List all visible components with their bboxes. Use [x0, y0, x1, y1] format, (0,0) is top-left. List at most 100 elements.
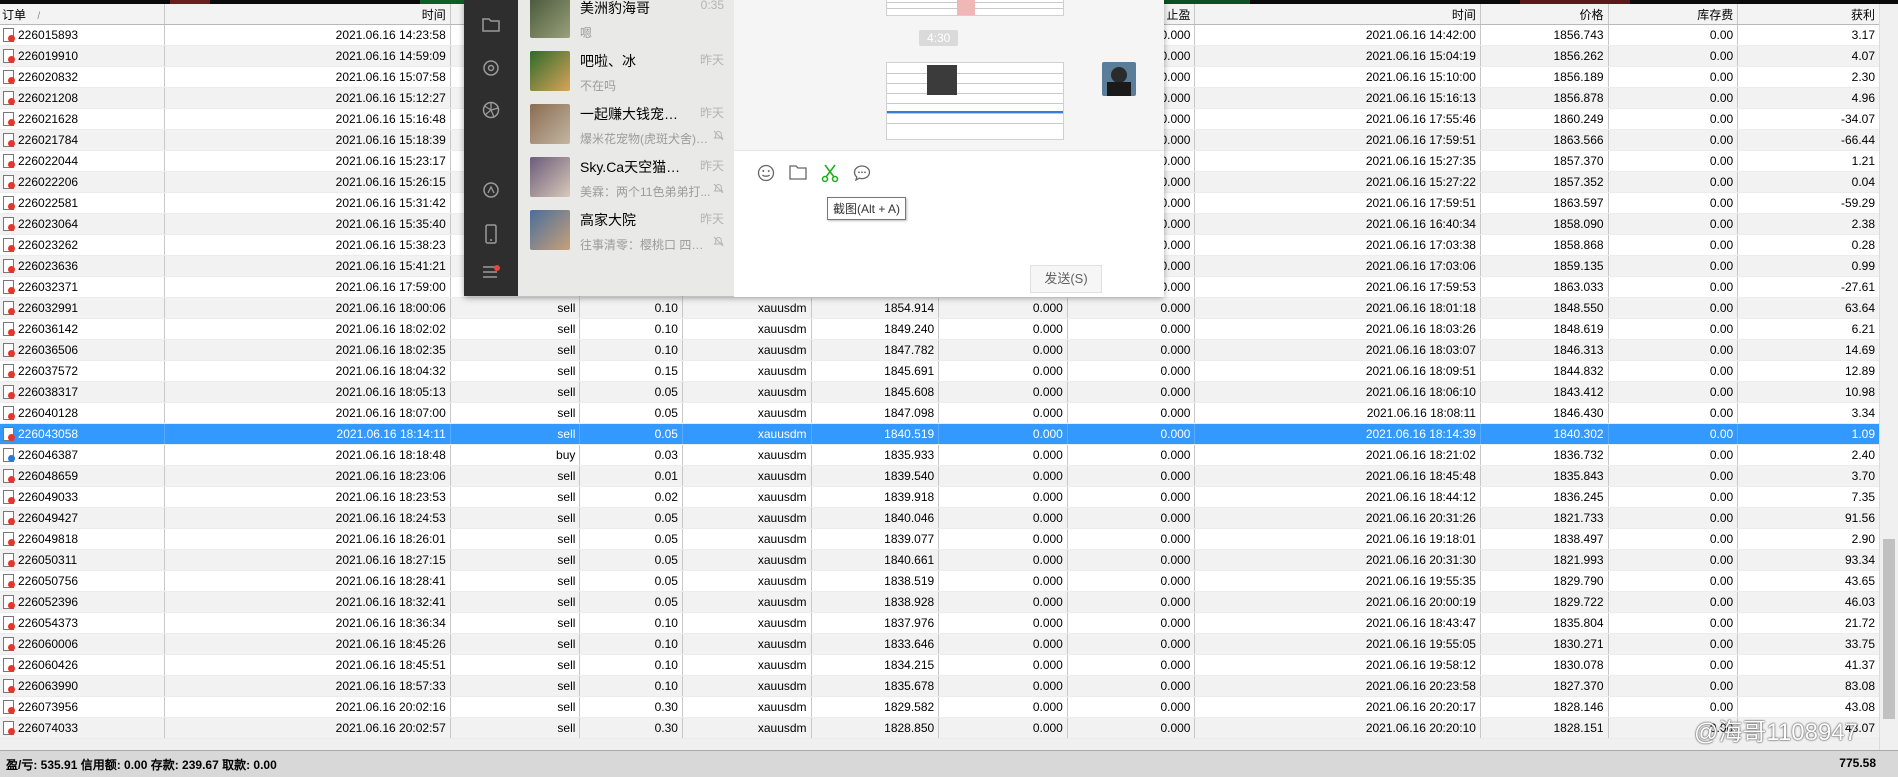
volume-cell: 0.05 [579, 381, 683, 403]
vertical-scrollbar[interactable] [1879, 4, 1898, 750]
col-profit[interactable]: 获利 [1737, 4, 1880, 25]
table-row[interactable]: 226050311 2021.06.16 18:27:15 sell 0.05 xauu… [0, 549, 1880, 571]
message-timestamp: 4:30 [919, 30, 959, 46]
volume-cell: 0.30 [579, 717, 683, 739]
sl-cell: 0.000 [938, 612, 1068, 634]
send-button[interactable]: 发送(S) [1030, 265, 1102, 293]
image-message[interactable] [886, 62, 1064, 140]
order-icon [2, 427, 15, 441]
sl-cell: 0.000 [938, 486, 1068, 508]
symbol-cell: xauusdm [682, 402, 812, 424]
close-time-cell: 2021.06.16 19:55:05 [1194, 633, 1481, 655]
order-cell: 226020832 [0, 66, 166, 88]
order-number: 226049427 [18, 511, 79, 525]
chat-nav-bar [464, 0, 518, 296]
col-price[interactable]: 价格 [1480, 4, 1609, 25]
order-cell: 226022581 [0, 192, 166, 214]
table-row[interactable]: 226043058 2021.06.16 18:14:11 sell 0.05 xauu… [0, 423, 1880, 445]
table-row[interactable]: 226037572 2021.06.16 18:04:32 sell 0.15 xauu… [0, 360, 1880, 382]
order-icon [2, 154, 15, 168]
order-number: 226040128 [18, 406, 79, 420]
close-time-cell: 2021.06.16 15:27:22 [1194, 171, 1481, 193]
miniprogram-icon[interactable] [481, 58, 501, 78]
emoji-icon[interactable] [756, 164, 776, 184]
price-cell: 1863.566 [1480, 129, 1609, 151]
order-cell: 226052396 [0, 591, 166, 613]
symbol-cell: xauusdm [682, 297, 812, 319]
table-row[interactable]: 226050756 2021.06.16 18:28:41 sell 0.05 xauu… [0, 570, 1880, 592]
table-row[interactable]: 226060426 2021.06.16 18:45:51 sell 0.10 xauu… [0, 654, 1880, 676]
open-time-cell: 2021.06.16 15:12:27 [164, 87, 451, 109]
order-cell: 226032991 [0, 297, 166, 319]
table-row[interactable]: 226049033 2021.06.16 18:23:53 sell 0.02 xauu… [0, 486, 1880, 508]
table-row[interactable]: 226046387 2021.06.16 18:18:48 buy 0.03 xauus… [0, 444, 1880, 466]
open-time-cell: 2021.06.16 17:59:00 [164, 276, 451, 298]
file-icon[interactable] [788, 164, 808, 184]
col-swap[interactable]: 库存费 [1608, 4, 1739, 25]
tp-cell: 0.000 [1067, 297, 1196, 319]
table-row[interactable]: 226073956 2021.06.16 20:02:16 sell 0.30 xauu… [0, 696, 1880, 718]
price-cell: 1846.313 [1480, 339, 1609, 361]
table-row[interactable]: 226060006 2021.06.16 18:45:26 sell 0.10 xauu… [0, 633, 1880, 655]
order-number: 226054373 [18, 616, 79, 630]
menu-icon[interactable] [481, 264, 501, 284]
close-time-cell: 2021.06.16 18:21:02 [1194, 444, 1481, 466]
order-cell: 226063990 [0, 675, 166, 697]
type-cell: buy [450, 444, 581, 466]
table-row[interactable]: 226049427 2021.06.16 18:24:53 sell 0.05 xauu… [0, 507, 1880, 529]
open-price-cell: 1835.933 [811, 444, 940, 466]
profit-cell: -59.29 [1737, 192, 1880, 214]
profit-cell: 63.64 [1737, 297, 1880, 319]
col-close-time[interactable]: 时间 [1194, 4, 1481, 25]
table-row[interactable]: 226052396 2021.06.16 18:32:41 sell 0.05 xauu… [0, 591, 1880, 613]
tp-cell: 0.000 [1067, 696, 1196, 718]
volume-cell: 0.10 [579, 675, 683, 697]
order-number: 226020832 [18, 70, 79, 84]
chat-history-icon[interactable] [852, 164, 872, 184]
col-open-time[interactable]: 时间 [164, 4, 451, 25]
table-row[interactable]: 226036506 2021.06.16 18:02:35 sell 0.10 xauu… [0, 339, 1880, 361]
table-row[interactable]: 226032991 2021.06.16 18:00:06 sell 0.10 xauu… [0, 297, 1880, 319]
type-cell: sell [450, 633, 581, 655]
swap-cell: 0.00 [1608, 486, 1739, 508]
table-row[interactable]: 226040128 2021.06.16 18:07:00 sell 0.05 xauu… [0, 402, 1880, 424]
volume-cell: 0.02 [579, 486, 683, 508]
table-row[interactable]: 226048659 2021.06.16 18:23:06 sell 0.01 xauu… [0, 465, 1880, 487]
profit-cell: 33.75 [1737, 633, 1880, 655]
order-number: 226038317 [18, 385, 79, 399]
table-row[interactable]: 226038317 2021.06.16 18:05:13 sell 0.05 xauu… [0, 381, 1880, 403]
order-number: 226063990 [18, 679, 79, 693]
table-row[interactable]: 226063990 2021.06.16 18:57:33 sell 0.10 xauu… [0, 675, 1880, 697]
message-input-area[interactable]: 截图(Alt + A) 发送(S) [734, 150, 1164, 297]
price-cell: 1859.135 [1480, 255, 1609, 277]
sl-cell: 0.000 [938, 507, 1068, 529]
conversation-item[interactable]: 高家大院 昨天 往事清零：樱桃口 四姐 ... [518, 198, 734, 262]
search-icon[interactable] [481, 180, 501, 200]
profit-cell: 2.30 [1737, 66, 1880, 88]
phone-icon[interactable] [481, 224, 501, 244]
table-row[interactable]: 226074033 2021.06.16 20:02:57 sell 0.30 xauu… [0, 717, 1880, 739]
scissors-icon[interactable] [820, 164, 840, 184]
avatar[interactable] [1102, 62, 1136, 96]
sl-cell: 0.000 [938, 654, 1068, 676]
moments-icon[interactable] [481, 100, 501, 120]
type-cell: sell [450, 423, 581, 445]
symbol-cell: xauusdm [682, 549, 812, 571]
symbol-cell: xauusdm [682, 360, 812, 382]
table-row[interactable]: 226049818 2021.06.16 18:26:01 sell 0.05 xauu… [0, 528, 1880, 550]
col-order[interactable]: 订单 / [0, 4, 166, 25]
order-icon [2, 700, 15, 714]
swap-cell: 0.00 [1608, 297, 1739, 319]
type-cell: sell [450, 612, 581, 634]
profit-cell: 4.07 [1737, 45, 1880, 67]
folder-icon[interactable] [481, 16, 501, 36]
order-icon [2, 595, 15, 609]
table-row[interactable]: 226054373 2021.06.16 18:36:34 sell 0.10 xauu… [0, 612, 1880, 634]
symbol-cell: xauusdm [682, 339, 812, 361]
tp-cell: 0.000 [1067, 486, 1196, 508]
image-message[interactable] [886, 0, 1064, 16]
symbol-cell: xauusdm [682, 717, 812, 739]
volume-cell: 0.01 [579, 465, 683, 487]
table-row[interactable]: 226036142 2021.06.16 18:02:02 sell 0.10 xauu… [0, 318, 1880, 340]
scrollbar-thumb[interactable] [1883, 539, 1895, 719]
